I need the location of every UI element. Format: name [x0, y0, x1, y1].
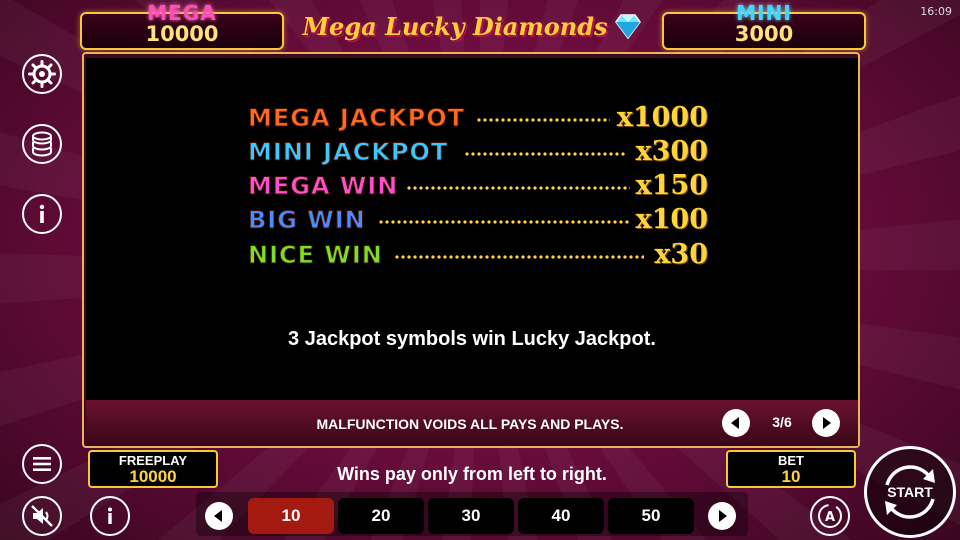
paytable-row: MINI JACKPOT x300 — [247, 136, 708, 168]
jackpot-rule-text: 3 Jackpot symbols win Lucky Jackpot. — [288, 328, 656, 350]
coins-button[interactable] — [22, 124, 62, 164]
mega-jackpot-value: 10000 — [145, 22, 219, 46]
hamburger-icon — [33, 457, 51, 471]
paytable-row-dots — [394, 254, 644, 262]
mega-jackpot-box: MEGA 10000 — [80, 1, 284, 50]
paytable-row-name: BIG WIN — [248, 206, 366, 235]
bet-option[interactable]: 30 — [428, 498, 514, 534]
settings-button[interactable] — [22, 54, 62, 94]
mini-jackpot-value: 3000 — [734, 22, 794, 46]
paytable-row: MEGA WIN x150 — [247, 170, 708, 202]
start-button[interactable]: START — [864, 446, 956, 538]
sound-muted-icon — [31, 505, 53, 527]
paytable-row-multiplier: x100 — [635, 204, 708, 235]
bet-option[interactable]: 40 — [518, 498, 604, 534]
game-logo: Mega Lucky Diamonds — [296, 6, 648, 46]
paytable-row-multiplier: x300 — [635, 136, 708, 167]
info-icon — [39, 204, 45, 223]
next-page-button[interactable] — [812, 409, 840, 437]
paytable-row-multiplier: x150 — [635, 170, 708, 201]
bet-increase-button[interactable] — [708, 502, 736, 530]
arrow-left-icon — [214, 510, 222, 522]
diamond-icon — [614, 14, 641, 40]
paytable-row-name: NICE WIN — [248, 241, 383, 270]
autoplay-label: A — [825, 510, 835, 525]
menu-button[interactable] — [22, 444, 62, 484]
prev-page-button[interactable] — [722, 409, 750, 437]
arrow-right-icon — [823, 417, 831, 429]
bet-option[interactable]: 50 — [608, 498, 694, 534]
paytable-row-name: MINI JACKPOT — [247, 138, 449, 167]
bet-option[interactable]: 20 — [338, 498, 424, 534]
paytable-row-dots — [476, 117, 610, 125]
sound-button[interactable] — [22, 496, 62, 536]
paytable-row-multiplier: x30 — [654, 239, 708, 270]
gear-icon — [28, 60, 56, 88]
paytable-row: BIG WIN x100 — [248, 204, 708, 236]
paytable-row: NICE WIN x30 — [248, 239, 708, 271]
arrow-right-icon — [719, 510, 727, 522]
freeplay-box: FREEPLAY 10000 — [88, 450, 218, 488]
bet-box: BET 10 — [726, 450, 856, 488]
status-clock: 16:09 — [920, 5, 952, 18]
paytable-row-name: MEGA JACKPOT — [248, 104, 465, 133]
bet-label: BET — [778, 453, 804, 468]
paytable-row-name: MEGA WIN — [247, 172, 399, 201]
paytable-row-dots — [406, 185, 630, 193]
wins-note: Wins pay only from left to right. — [337, 464, 607, 484]
paytable-row-multiplier: x1000 — [616, 102, 708, 133]
arrow-left-icon — [731, 417, 739, 429]
game-title: Mega Lucky Diamonds — [302, 11, 608, 41]
mini-jackpot-box: MINI 3000 — [662, 1, 866, 50]
paytable-row-dots — [378, 219, 630, 227]
autoplay-button[interactable]: A — [810, 496, 850, 536]
paytable-row: MEGA JACKPOT x1000 — [248, 102, 708, 134]
malfunction-disclaimer: MALFUNCTION VOIDS ALL PAYS AND PLAYS. — [316, 416, 624, 432]
freeplay-label: FREEPLAY — [118, 453, 188, 468]
autoplay-icon: A — [818, 504, 842, 528]
info-button[interactable] — [22, 194, 62, 234]
page-indicator: 3/6 — [772, 414, 792, 430]
game-info-button[interactable] — [90, 496, 130, 536]
coins-icon — [32, 131, 52, 157]
start-label: START — [887, 484, 933, 500]
freeplay-value: 10000 — [129, 467, 177, 486]
info-icon — [108, 507, 112, 524]
bet-option[interactable]: 10 — [248, 498, 334, 534]
paytable-row-dots — [464, 151, 626, 159]
bet-decrease-button[interactable] — [205, 502, 233, 530]
bet-value: 10 — [781, 467, 801, 486]
